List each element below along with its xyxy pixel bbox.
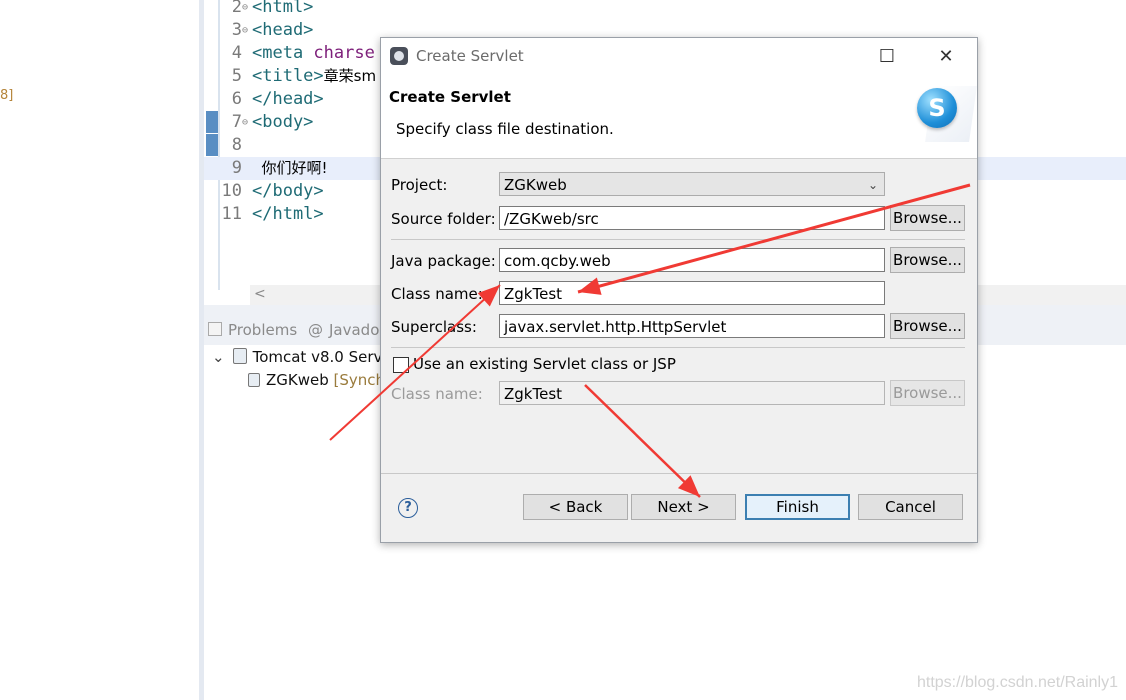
project-label: Project: <box>391 176 448 194</box>
close-button[interactable]: ✕ <box>932 44 960 70</box>
finish-button[interactable]: Finish <box>745 494 850 520</box>
project-icon <box>248 373 260 387</box>
line-number: 4 <box>231 43 242 63</box>
separator <box>391 239 965 240</box>
code-token: <body> <box>252 112 314 132</box>
line-number: 9 <box>231 158 242 178</box>
dialog-title: Create Servlet <box>416 47 524 65</box>
problems-icon <box>208 322 222 336</box>
line-number: 5 <box>231 66 242 86</box>
use-existing-label: Use an existing Servlet class or JSP <box>413 355 676 373</box>
code-token: <meta <box>252 43 314 63</box>
line-number: 8 <box>231 135 242 155</box>
line-number: 11 <box>221 204 242 224</box>
create-servlet-dialog: Create Servlet ☐ ✕ Create Servlet Specif… <box>380 37 978 543</box>
back-button[interactable]: < Back <box>523 494 628 520</box>
superclass-label: Superclass: <box>391 318 477 336</box>
fold-toggle-icon[interactable]: ⊖ <box>242 19 252 42</box>
code-token: 章荣sm <box>323 67 377 85</box>
code-token: <title> <box>252 66 324 86</box>
separator <box>381 473 977 474</box>
line-number: 6 <box>231 89 242 109</box>
tab-javadoc[interactable]: @ Javadoc <box>308 321 388 339</box>
scroll-left-icon[interactable]: < <box>254 286 266 302</box>
left-view-fragment: 8] <box>0 88 14 103</box>
eclipse-icon <box>390 47 408 65</box>
code-token: 你们好啊! <box>252 159 328 177</box>
project-select-value: ZGKweb <box>504 176 567 194</box>
line-number: 3 <box>231 20 242 40</box>
cancel-button[interactable]: Cancel <box>858 494 963 520</box>
java-package-label: Java package: <box>391 252 496 270</box>
next-button[interactable]: Next > <box>631 494 736 520</box>
java-package-field[interactable]: com.qcby.web <box>499 248 885 272</box>
servlet-wizard-icon: S <box>917 88 957 128</box>
header-title: Create Servlet <box>389 88 511 106</box>
class-name-field[interactable]: ZgkTest <box>499 281 885 305</box>
superclass-browse-button[interactable]: Browse... <box>890 313 965 339</box>
code-token: <html> <box>252 0 314 17</box>
line-number: 7 <box>231 112 242 132</box>
existing-class-label: Class name: <box>391 385 483 403</box>
superclass-field[interactable]: javax.servlet.http.HttpServlet <box>499 314 885 338</box>
project-select[interactable]: ZGKweb ⌄ <box>499 172 885 196</box>
source-folder-field[interactable]: /ZGKweb/src <box>499 206 885 230</box>
source-browse-button[interactable]: Browse... <box>890 205 965 231</box>
separator <box>391 347 965 348</box>
code-token: </html> <box>252 204 324 224</box>
code-token: charse <box>313 43 375 63</box>
tree-row-server[interactable]: ⌄ Tomcat v8.0 Serve <box>212 348 392 366</box>
watermark: https://blog.csdn.net/Rainly1 <box>916 674 1118 691</box>
fold-toggle-icon[interactable]: ⊖ <box>242 0 252 19</box>
existing-browse-button[interactable]: Browse... <box>890 380 965 406</box>
tab-problems-label: Problems <box>228 321 298 339</box>
tab-problems[interactable]: Problems <box>208 321 297 339</box>
existing-class-field[interactable]: ZgkTest <box>499 381 885 405</box>
source-folder-label: Source folder: <box>391 210 496 228</box>
package-browse-button[interactable]: Browse... <box>890 247 965 273</box>
maximize-button[interactable]: ☐ <box>873 44 901 70</box>
left-view: 8] <box>0 0 200 700</box>
dialog-titlebar[interactable]: Create Servlet ☐ ✕ <box>381 38 977 76</box>
project-label: ZGKweb <box>266 371 329 389</box>
use-existing-checkbox[interactable] <box>393 357 409 373</box>
code-token: <head> <box>252 20 314 40</box>
line-number: 10 <box>221 181 242 201</box>
tab-javadoc-label: Javadoc <box>329 321 388 339</box>
dialog-header: Create Servlet Specify class file destin… <box>381 76 977 159</box>
server-label: Tomcat v8.0 Serve <box>252 348 392 366</box>
tree-row-project[interactable]: ZGKweb [Synch <box>248 371 385 389</box>
javadoc-icon: @ <box>308 321 323 339</box>
code-token: </body> <box>252 181 324 201</box>
line-number: 2 <box>231 0 242 17</box>
class-name-label: Class name: <box>391 285 483 303</box>
help-icon[interactable]: ? <box>398 498 418 518</box>
chevron-down-icon: ⌄ <box>867 178 878 192</box>
server-icon <box>232 348 247 364</box>
chevron-down-icon[interactable]: ⌄ <box>212 348 225 366</box>
code-token: </head> <box>252 89 324 109</box>
header-description: Specify class file destination. <box>396 120 614 138</box>
fold-toggle-icon[interactable]: ⊖ <box>242 111 252 134</box>
code-line[interactable]: 2⊖ <html> <box>204 0 1126 19</box>
project-status: [Synch <box>333 371 386 389</box>
